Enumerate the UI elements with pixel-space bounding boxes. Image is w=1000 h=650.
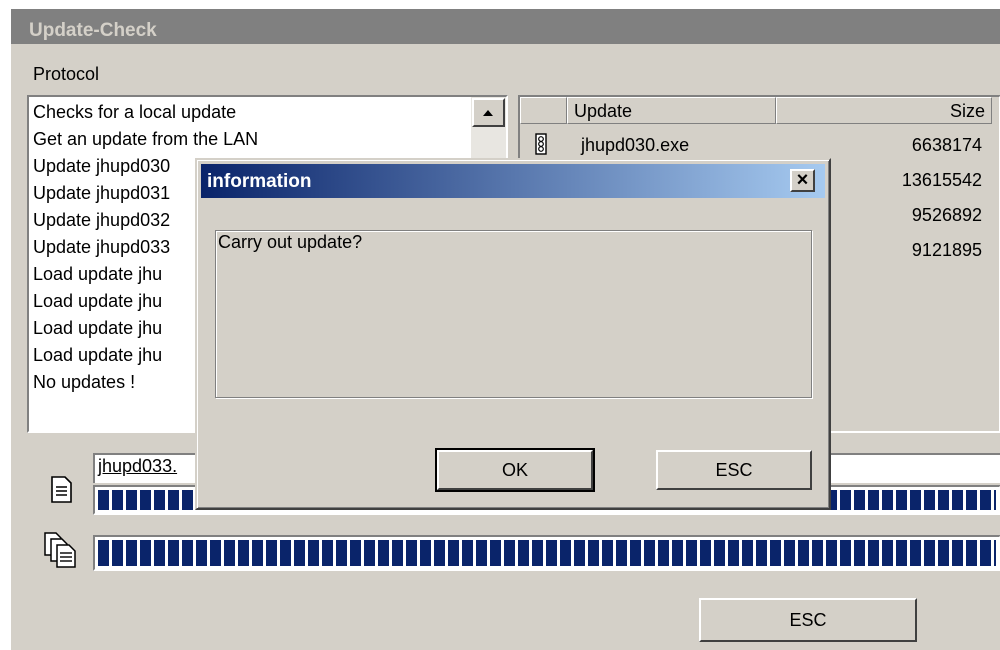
- protocol-list-item[interactable]: Get an update from the LAN: [33, 126, 258, 153]
- update-name: jhupd030.exe: [581, 135, 690, 155]
- col-header-size[interactable]: Size: [776, 97, 992, 124]
- dialog-title: information: [207, 171, 312, 192]
- protocol-list-item[interactable]: Update jhupd032: [33, 207, 170, 234]
- col-header-update[interactable]: Update: [567, 97, 776, 124]
- dialog-ok-button[interactable]: OK: [435, 448, 595, 492]
- traffic-light-icon: [534, 133, 548, 155]
- scroll-up-button[interactable]: [472, 98, 505, 127]
- files-icon: [43, 531, 79, 569]
- current-file-value: jhupd033.: [98, 456, 178, 476]
- protocol-list-item[interactable]: Load update jhu: [33, 315, 162, 342]
- update-size: 13615542: [901, 170, 982, 190]
- information-dialog: information × Carry out update? OK ESC: [195, 158, 831, 510]
- total-progress-fill: [98, 540, 996, 566]
- file-icon: [49, 475, 75, 505]
- protocol-list-item[interactable]: Update jhupd033: [33, 234, 170, 261]
- update-size: 6638174: [911, 135, 982, 155]
- protocol-list-item[interactable]: Load update jhu: [33, 288, 162, 315]
- update-size: 9526892: [911, 205, 982, 225]
- protocol-label: Protocol: [33, 64, 100, 84]
- close-icon: ×: [796, 169, 809, 191]
- update-size: 9121895: [911, 240, 982, 260]
- dialog-titlebar: information: [201, 164, 825, 198]
- window-title: Update-Check: [11, 9, 1000, 44]
- protocol-list-item[interactable]: Load update jhu: [33, 261, 162, 288]
- dialog-esc-button[interactable]: ESC: [656, 450, 812, 490]
- arrow-up-icon: [483, 110, 493, 116]
- dialog-message-box: Carry out update?: [215, 230, 812, 398]
- protocol-list-item[interactable]: No updates !: [33, 369, 135, 396]
- protocol-list-item[interactable]: Update jhupd031: [33, 180, 170, 207]
- esc-button[interactable]: ESC: [699, 598, 917, 642]
- total-progress-bar: [93, 535, 1000, 571]
- col-header-icon[interactable]: [520, 97, 567, 124]
- dialog-message: Carry out update?: [218, 232, 363, 252]
- protocol-list-item[interactable]: Checks for a local update: [33, 99, 236, 126]
- protocol-list-item[interactable]: Update jhupd030: [33, 153, 170, 180]
- dialog-close-button[interactable]: ×: [790, 169, 815, 192]
- protocol-list-item[interactable]: Load update jhu: [33, 342, 162, 369]
